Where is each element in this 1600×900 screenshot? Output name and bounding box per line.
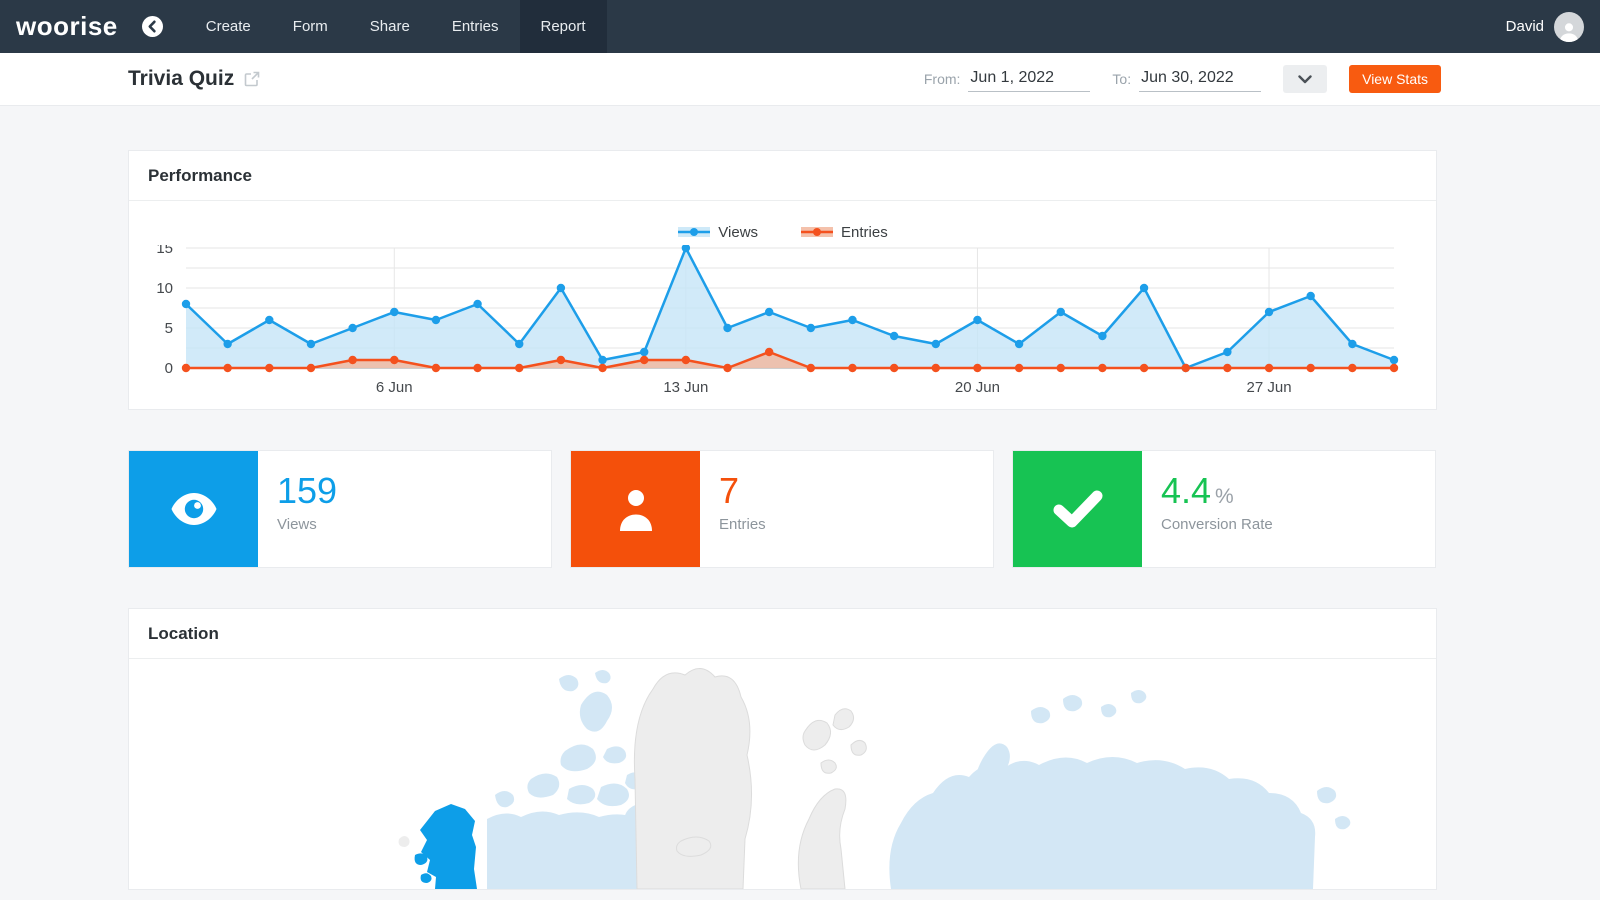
back-icon[interactable] — [142, 0, 163, 53]
views-entries-area-chart: 6 Jun 13 Jun 20 Jun 27 Jun 0 5 10 15 — [129, 245, 1436, 397]
world-map-svg — [129, 659, 1436, 889]
location-card-title: Location — [129, 609, 1436, 658]
from-label: From: — [924, 71, 961, 87]
entries-stat-card: 7 Entries — [570, 450, 994, 568]
performance-card: Performance Views Entries 6 Jun 13 Jun 20 J… — [128, 150, 1437, 410]
person-icon — [616, 487, 656, 531]
view-stats-button[interactable]: View Stats — [1349, 65, 1441, 93]
chart-legend: Views Entries — [129, 219, 1436, 245]
date-from-input[interactable] — [968, 67, 1090, 92]
person-icon — [1558, 20, 1580, 42]
page-title: Trivia Quiz — [128, 67, 234, 91]
main-content: Performance Views Entries 6 Jun 13 Jun 20 J… — [0, 106, 1600, 890]
legend-item-views: Views — [677, 224, 758, 241]
svg-text:6 Jun: 6 Jun — [376, 379, 413, 396]
to-label: To: — [1112, 71, 1131, 87]
performance-card-title: Performance — [129, 151, 1436, 200]
external-link-icon[interactable] — [244, 71, 260, 87]
legend-item-entries: Entries — [800, 224, 888, 241]
world-map — [129, 659, 1436, 889]
entries-value: 7 — [719, 473, 766, 509]
date-to-input[interactable] — [1139, 67, 1261, 92]
conversion-stat-card: 4.4% Conversion Rate — [1012, 450, 1436, 568]
entries-label: Entries — [719, 516, 766, 533]
svg-text:10: 10 — [156, 280, 173, 297]
date-presets-dropdown-button[interactable] — [1283, 65, 1327, 93]
entries-icon-box — [571, 451, 700, 567]
nav-item-report[interactable]: Report — [520, 0, 607, 53]
top-navbar: Woorise Create Form Share Entries Report… — [0, 0, 1600, 53]
views-label: Views — [277, 516, 337, 533]
svg-text:20 Jun: 20 Jun — [955, 379, 1000, 396]
location-card: Location — [128, 608, 1437, 890]
conversion-value: 4.4% — [1161, 473, 1273, 509]
views-stat-card: 159 Views — [128, 450, 552, 568]
user-name[interactable]: David — [1506, 18, 1544, 35]
stats-row: 159 Views 7 Entries 4 — [128, 450, 1600, 568]
nav-menu: Create Form Share Entries Report — [185, 0, 607, 53]
check-icon — [1053, 490, 1103, 528]
chevron-down-icon — [1298, 75, 1312, 84]
views-icon-box — [129, 451, 258, 567]
nav-item-entries[interactable]: Entries — [431, 0, 520, 53]
conversion-label: Conversion Rate — [1161, 516, 1273, 533]
avatar[interactable] — [1554, 12, 1584, 42]
svg-text:13 Jun: 13 Jun — [663, 379, 708, 396]
performance-chart: Views Entries 6 Jun 13 Jun 20 Jun 27 Jun 0 5 10… — [129, 201, 1436, 409]
percent-sign: % — [1215, 485, 1234, 508]
nav-item-create[interactable]: Create — [185, 0, 272, 53]
app-logo[interactable]: Woorise — [0, 0, 142, 53]
conversion-icon-box — [1013, 451, 1142, 567]
chevron-left-circle-icon — [142, 16, 163, 37]
nav-item-share[interactable]: Share — [349, 0, 431, 53]
views-value: 159 — [277, 473, 337, 509]
svg-text:15: 15 — [156, 245, 173, 257]
nav-item-form[interactable]: Form — [272, 0, 349, 53]
svg-text:27 Jun: 27 Jun — [1247, 379, 1292, 396]
eye-icon — [170, 492, 218, 526]
svg-text:5: 5 — [165, 320, 173, 337]
page-header: Trivia Quiz From: To: View Stats — [0, 53, 1600, 106]
svg-text:0: 0 — [165, 360, 173, 377]
